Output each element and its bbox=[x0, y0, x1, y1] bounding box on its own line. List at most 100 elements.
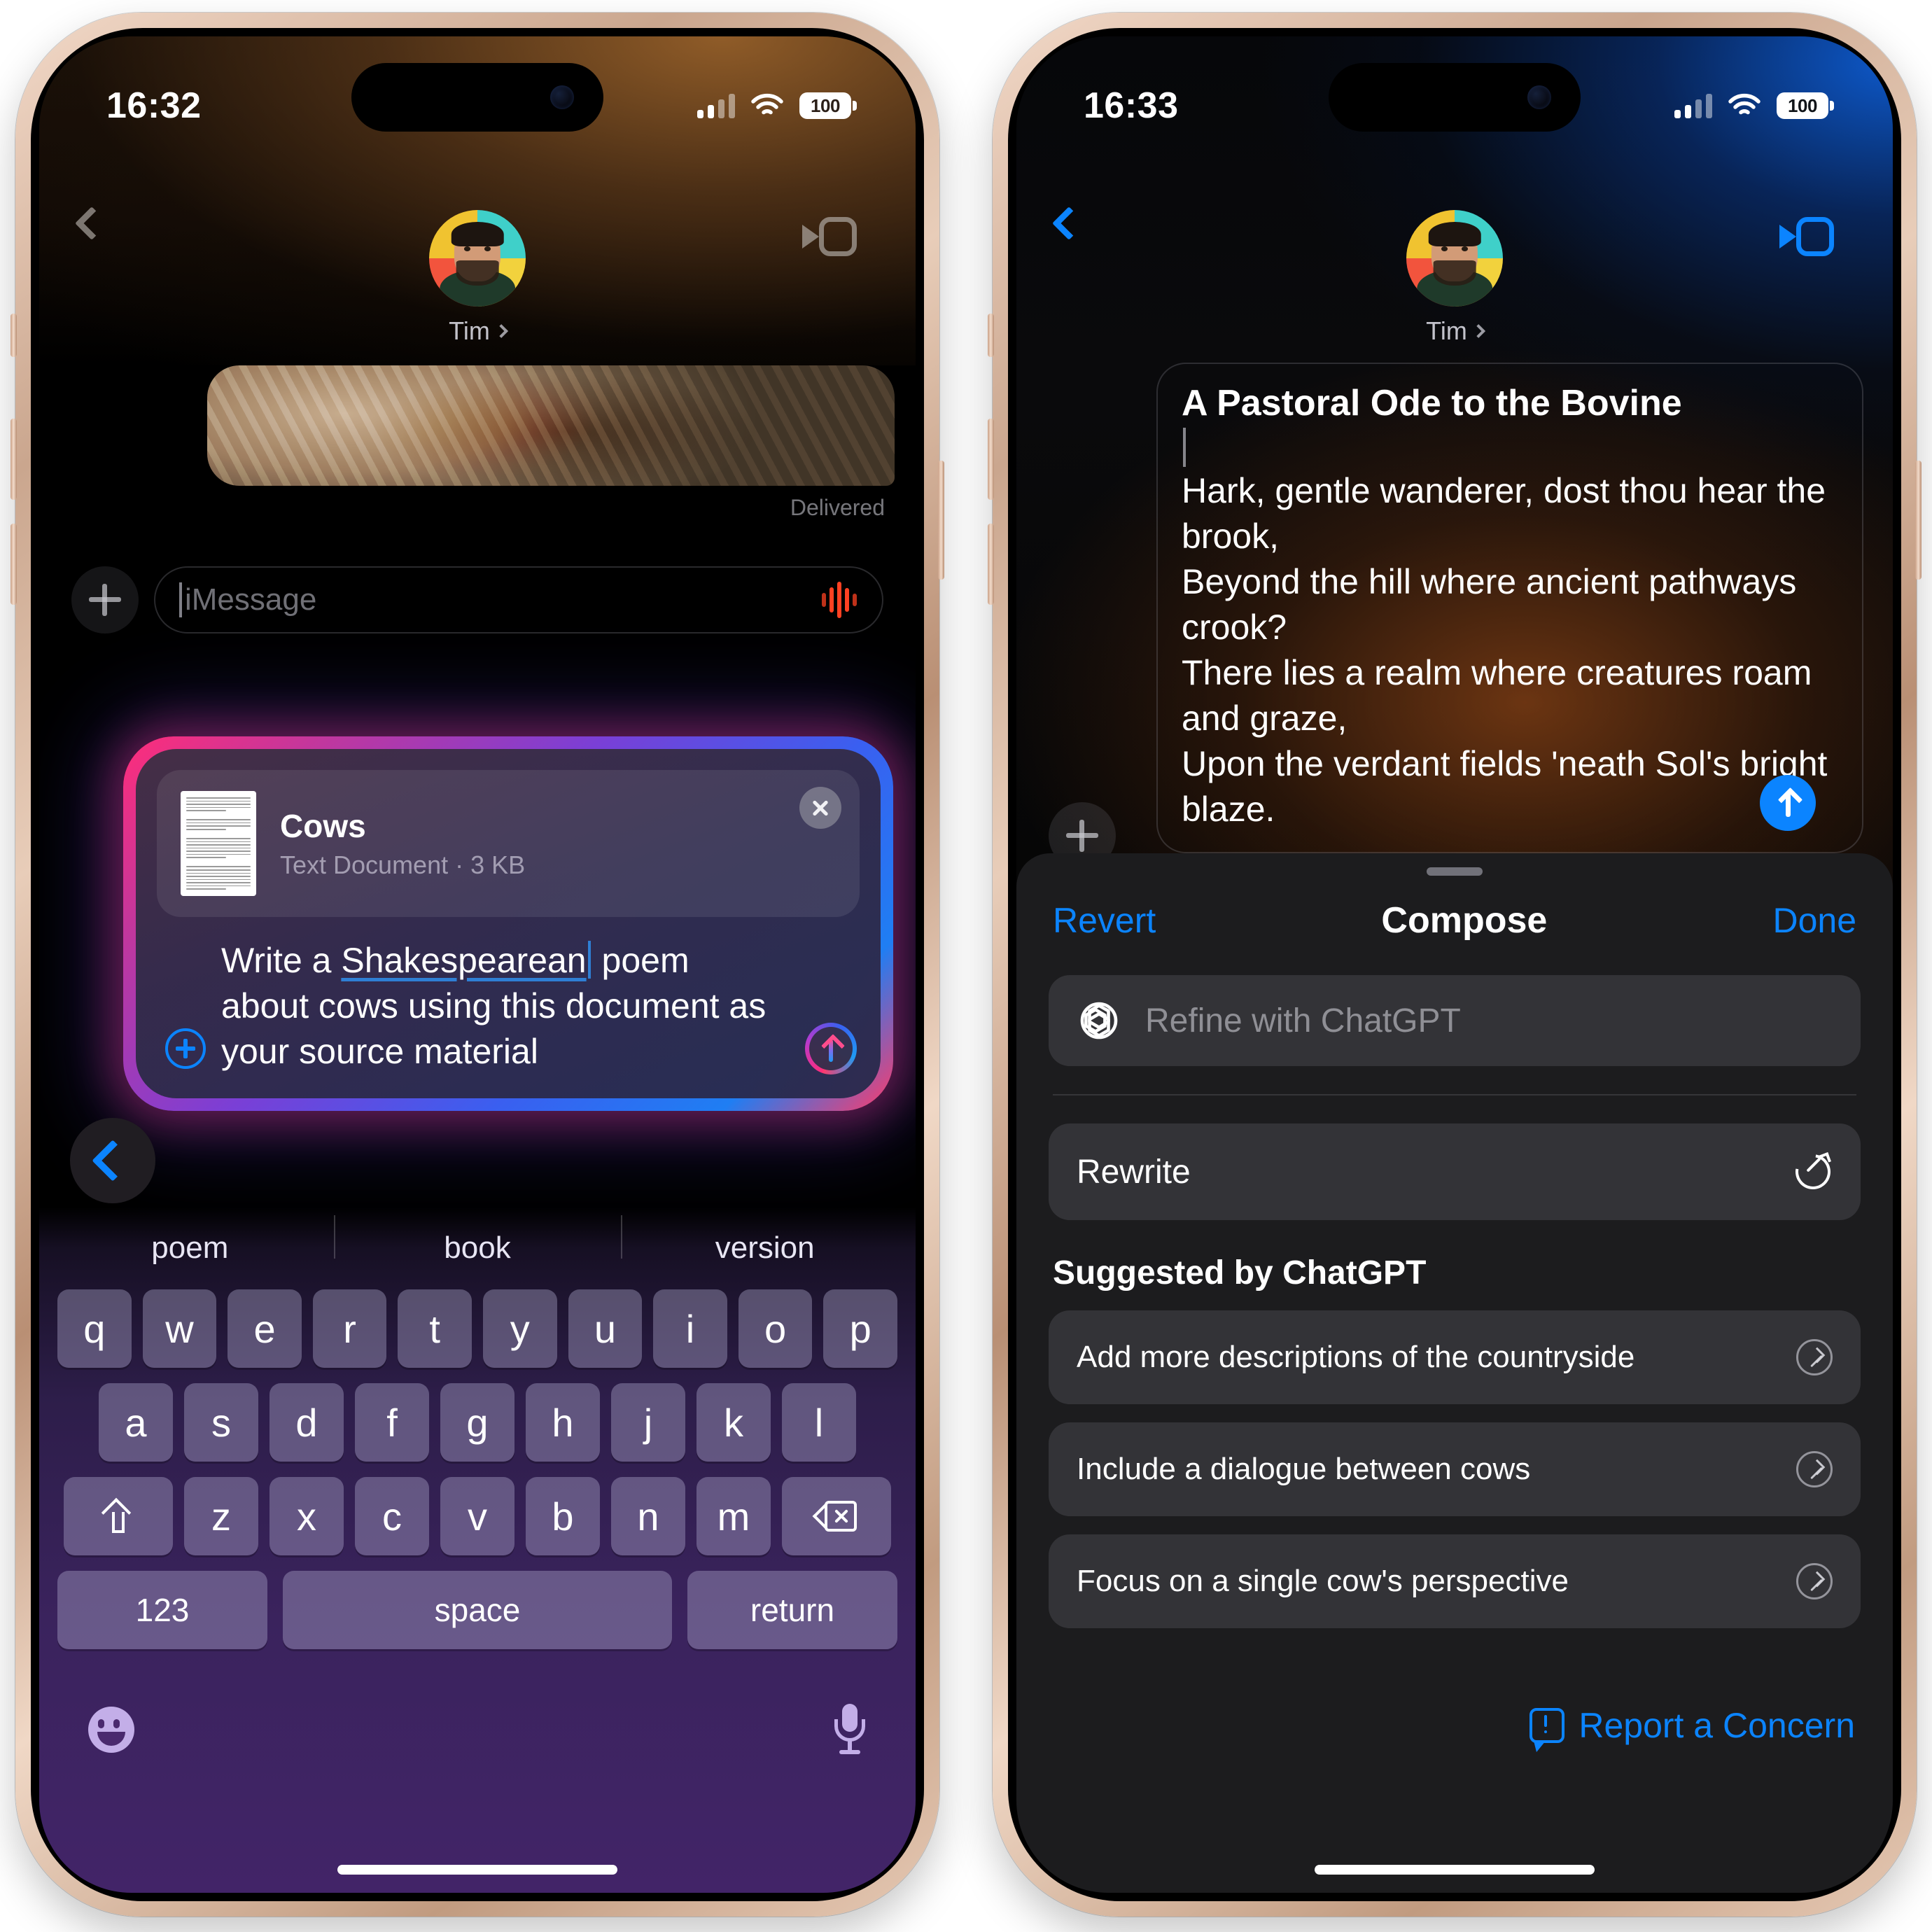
imessage-input-bar: iMessage bbox=[39, 547, 916, 652]
volume-down-button[interactable] bbox=[988, 524, 994, 605]
key-h[interactable]: h bbox=[526, 1383, 600, 1462]
plus-icon bbox=[1066, 820, 1098, 852]
back-button[interactable] bbox=[1051, 206, 1096, 260]
arrow-up-right-circle-icon bbox=[1796, 1339, 1833, 1376]
avatar[interactable] bbox=[1406, 210, 1503, 307]
dynamic-island bbox=[1329, 63, 1581, 132]
wifi-icon bbox=[1728, 93, 1760, 115]
volume-down-button[interactable] bbox=[10, 524, 17, 605]
prompt-prefix: Write a bbox=[221, 941, 342, 980]
avatar[interactable] bbox=[429, 210, 526, 307]
key-n[interactable]: n bbox=[611, 1477, 685, 1555]
predictive-suggestions-bar: poem book version bbox=[46, 1207, 909, 1289]
text-caret bbox=[1183, 428, 1186, 468]
facetime-video-button[interactable] bbox=[1779, 217, 1849, 256]
key-r[interactable]: r bbox=[312, 1289, 387, 1368]
silent-switch[interactable] bbox=[988, 314, 994, 357]
plus-circle-icon[interactable] bbox=[165, 1028, 206, 1069]
suggestion-2[interactable]: version bbox=[621, 1215, 909, 1266]
suggestion-label: Focus on a single cow's perspective bbox=[1077, 1564, 1569, 1598]
key-z[interactable]: z bbox=[184, 1477, 258, 1555]
attachment-subtitle: Text Document · 3 KB bbox=[280, 850, 526, 879]
imessage-placeholder: iMessage bbox=[185, 582, 317, 617]
contact-name: Tim bbox=[449, 316, 490, 345]
key-t[interactable]: t bbox=[398, 1289, 472, 1368]
emoji-smiley-icon[interactable] bbox=[88, 1707, 134, 1753]
key-p[interactable]: p bbox=[823, 1289, 897, 1368]
keyboard-row-4: 123 space return bbox=[46, 1571, 909, 1649]
back-button[interactable] bbox=[74, 206, 119, 260]
sheet-grabber[interactable] bbox=[1427, 867, 1483, 876]
microphone-icon[interactable] bbox=[833, 1704, 867, 1756]
space-key[interactable]: space bbox=[283, 1571, 672, 1649]
key-d[interactable]: d bbox=[270, 1383, 344, 1462]
key-k[interactable]: k bbox=[696, 1383, 771, 1462]
delivered-status: Delivered bbox=[790, 495, 885, 520]
key-q[interactable]: q bbox=[57, 1289, 132, 1368]
key-v[interactable]: v bbox=[440, 1477, 514, 1555]
wifi-icon bbox=[751, 93, 783, 115]
suggestion-1[interactable]: book bbox=[333, 1215, 622, 1266]
numbers-key[interactable]: 123 bbox=[57, 1571, 267, 1649]
silent-switch[interactable] bbox=[10, 314, 17, 357]
key-w[interactable]: w bbox=[142, 1289, 217, 1368]
refine-with-chatgpt-input[interactable]: Refine with ChatGPT bbox=[1049, 975, 1861, 1066]
shift-icon[interactable] bbox=[64, 1477, 173, 1555]
home-indicator[interactable] bbox=[1315, 1865, 1595, 1875]
suggestion-label: Add more descriptions of the countryside bbox=[1077, 1340, 1635, 1374]
key-c[interactable]: c bbox=[355, 1477, 429, 1555]
key-l[interactable]: l bbox=[782, 1383, 856, 1462]
key-f[interactable]: f bbox=[355, 1383, 429, 1462]
key-y[interactable]: y bbox=[483, 1289, 557, 1368]
keyboard-row-3: z x c v b n m bbox=[46, 1477, 909, 1555]
suggestion-row-1[interactable]: Include a dialogue between cows bbox=[1049, 1422, 1861, 1516]
power-button[interactable] bbox=[1915, 461, 1921, 580]
prompt-text[interactable]: Write a Shakespearean poem about cows us… bbox=[157, 935, 860, 1080]
done-button[interactable]: Done bbox=[1772, 900, 1856, 941]
imessage-input[interactable]: iMessage bbox=[154, 566, 883, 634]
delete-backward-icon[interactable] bbox=[782, 1477, 891, 1555]
attachment-plus-button[interactable] bbox=[71, 566, 139, 634]
key-a[interactable]: a bbox=[99, 1383, 173, 1462]
audio-waveform-icon[interactable] bbox=[822, 582, 857, 618]
key-u[interactable]: u bbox=[568, 1289, 643, 1368]
rewrite-redo-icon bbox=[1788, 1147, 1837, 1196]
poem-compose-bubble[interactable]: A Pastoral Ode to the Bovine Hark, gentl… bbox=[1156, 363, 1863, 854]
key-j[interactable]: j bbox=[611, 1383, 685, 1462]
document-attachment-card[interactable]: Cows Text Document · 3 KB bbox=[157, 770, 860, 917]
power-button[interactable] bbox=[938, 461, 944, 580]
chevron-left-icon bbox=[1051, 206, 1086, 241]
key-b[interactable]: b bbox=[526, 1477, 600, 1555]
contact-name-button[interactable]: Tim bbox=[1426, 316, 1485, 346]
photo-message-bubble[interactable] bbox=[207, 365, 895, 486]
attachment-title: Cows bbox=[280, 808, 366, 844]
attachment-meta: Cows Text Document · 3 KB bbox=[280, 807, 525, 880]
home-indicator[interactable] bbox=[337, 1865, 617, 1875]
key-g[interactable]: g bbox=[440, 1383, 514, 1462]
revert-button[interactable]: Revert bbox=[1053, 900, 1156, 941]
send-arrow-up-icon[interactable] bbox=[805, 1023, 857, 1074]
close-circle-icon[interactable] bbox=[799, 787, 841, 829]
volume-up-button[interactable] bbox=[10, 419, 17, 500]
key-x[interactable]: x bbox=[270, 1477, 344, 1555]
prompt-row: Write a Shakespearean poem about cows us… bbox=[157, 935, 860, 1080]
text-document-thumbnail bbox=[181, 791, 256, 896]
key-e[interactable]: e bbox=[227, 1289, 302, 1368]
chevron-left-circle-icon[interactable] bbox=[70, 1118, 155, 1203]
key-s[interactable]: s bbox=[184, 1383, 258, 1462]
volume-up-button[interactable] bbox=[988, 419, 994, 500]
suggestion-row-0[interactable]: Add more descriptions of the countryside bbox=[1049, 1310, 1861, 1404]
rewrite-button[interactable]: Rewrite bbox=[1049, 1124, 1861, 1220]
facetime-video-button[interactable] bbox=[802, 217, 872, 256]
sheet-header: Revert Compose Done bbox=[1049, 876, 1861, 941]
key-i[interactable]: i bbox=[653, 1289, 727, 1368]
cellular-bars-icon bbox=[697, 93, 735, 118]
suggestion-0[interactable]: poem bbox=[46, 1231, 334, 1266]
suggestion-row-2[interactable]: Focus on a single cow's perspective bbox=[1049, 1534, 1861, 1628]
report-a-concern-button[interactable]: Report a Concern bbox=[1049, 1705, 1861, 1752]
return-key[interactable]: return bbox=[687, 1571, 897, 1649]
key-m[interactable]: m bbox=[696, 1477, 771, 1555]
front-camera-icon bbox=[550, 85, 574, 109]
key-o[interactable]: o bbox=[738, 1289, 813, 1368]
contact-name-button[interactable]: Tim bbox=[449, 316, 508, 346]
